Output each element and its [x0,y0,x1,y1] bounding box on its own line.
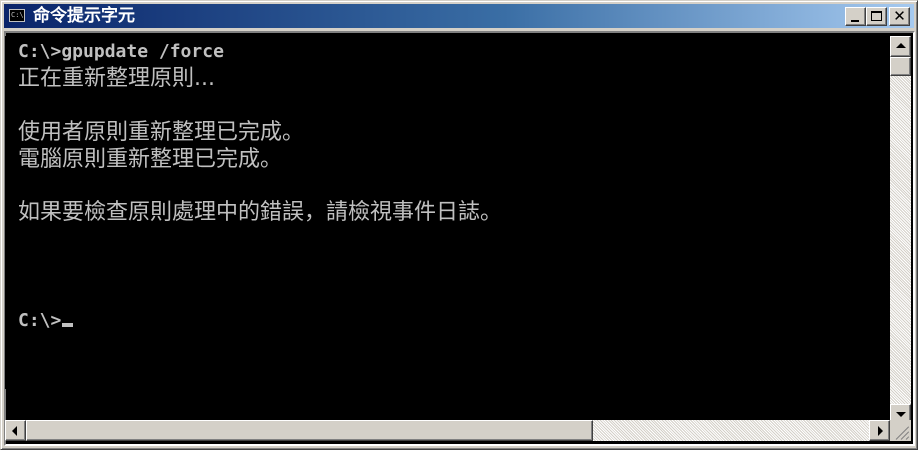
minimize-icon [851,20,859,22]
scroll-right-button[interactable] [869,420,890,441]
arrow-down-icon [896,412,906,417]
window-title: 命令提示字元 [33,6,135,26]
horizontal-scrollbar[interactable] [5,420,890,441]
close-icon: ✕ [893,7,906,25]
console-line-user-policy: 使用者原則重新整理已完成。 [18,120,305,145]
horizontal-scroll-thumb[interactable] [26,420,593,441]
scroll-left-button[interactable] [5,420,26,441]
minimize-button[interactable] [845,7,866,26]
arrow-right-icon [878,426,883,436]
arrow-left-icon [12,426,17,436]
console-line-command: C:\>gpupdate /force [18,41,224,62]
console-prompt: C:\> [18,310,62,331]
console-window: C:\ 命令提示字元 ✕ C:\>gpupdate /force 正在重新整理原… [0,0,918,450]
resize-grip[interactable] [890,420,911,441]
grip-line [905,436,910,440]
vertical-scrollbar[interactable] [890,36,911,425]
maximize-button[interactable] [866,7,887,26]
console-line-computer-policy: 電腦原則重新整理已完成。 [18,147,283,172]
console-icon[interactable]: C:\ [9,9,25,22]
console-line-refreshing: 正在重新整理原則... [18,66,215,91]
scroll-up-button[interactable] [890,36,911,57]
arrow-up-icon [896,43,906,48]
maximize-icon [871,11,882,21]
console-prompt-line[interactable]: C:\> [18,308,74,334]
title-bar[interactable]: C:\ 命令提示字元 ✕ [4,4,914,28]
vertical-scroll-thumb[interactable] [890,57,911,76]
close-button[interactable]: ✕ [889,7,910,26]
console-line-event-log-hint: 如果要檢查原則處理中的錯誤，請檢視事件日誌。 [18,200,503,225]
text-cursor [62,323,74,327]
console-output[interactable]: C:\>gpupdate /force 正在重新整理原則... 使用者原則重新整… [5,36,889,389]
